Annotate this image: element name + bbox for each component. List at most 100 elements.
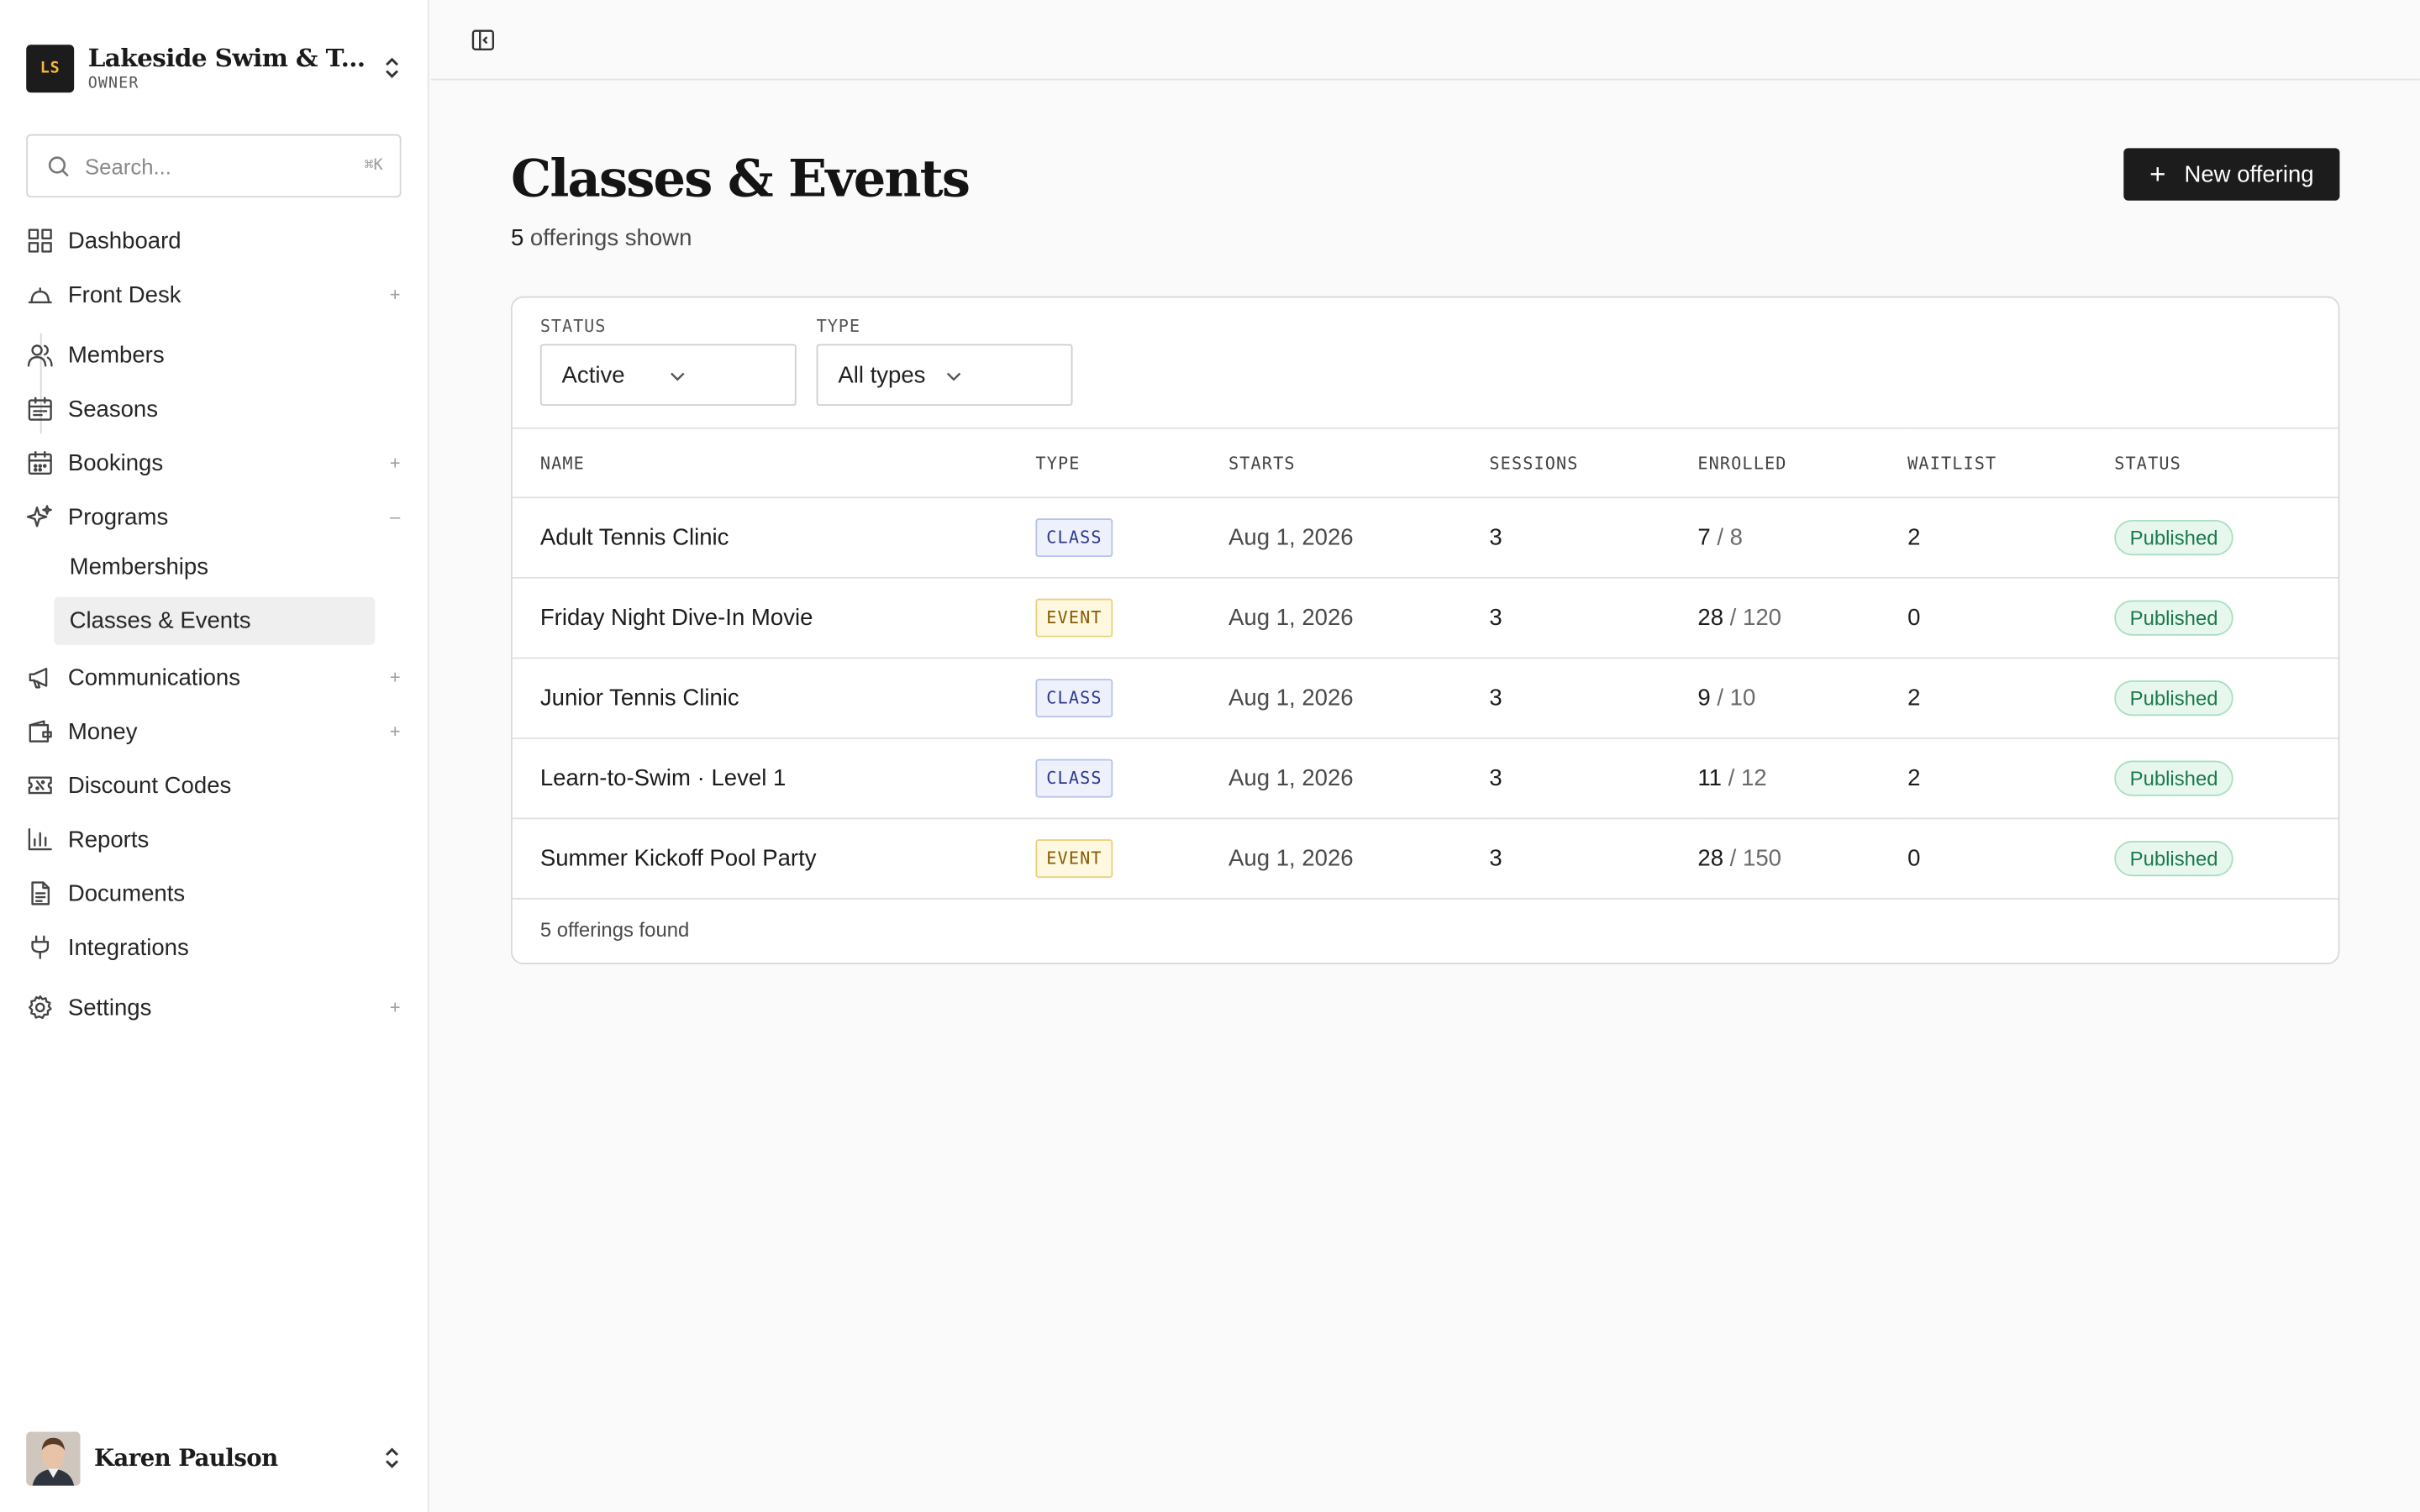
offering-name[interactable]: Junior Tennis Clinic	[513, 658, 1036, 738]
enrolled-value: 28	[1697, 604, 1724, 632]
column-header-waitlist[interactable]: WAITLIST	[1907, 428, 2114, 498]
column-header-status[interactable]: STATUS	[2114, 428, 2338, 498]
calendar-grid-icon	[26, 449, 54, 476]
sidebar-toggle-icon[interactable]	[471, 28, 495, 52]
chevrons-up-down-icon	[381, 54, 403, 81]
avatar	[26, 1431, 81, 1485]
type-select[interactable]: All types	[816, 344, 1073, 407]
offering-name[interactable]: Adult Tennis Clinic	[513, 497, 1036, 578]
users-icon	[26, 341, 54, 369]
offering-name[interactable]: Friday Night Dive-In Movie	[513, 578, 1036, 659]
status-select-value: Active	[561, 361, 625, 388]
start-date: Aug 1, 2026	[1228, 524, 1354, 551]
sidebar-item-classes-events[interactable]: Classes & Events	[54, 596, 376, 645]
sidebar-item-label: Integrations	[67, 934, 189, 961]
expand-toggle-icon[interactable]: +	[387, 284, 402, 306]
column-header-starts[interactable]: STARTS	[1228, 428, 1489, 498]
sidebar-item-programs[interactable]: Programs –	[26, 494, 402, 540]
offering-name[interactable]: Summer Kickoff Pool Party	[513, 818, 1036, 899]
capacity-value: / 150	[1729, 845, 1781, 872]
status-badge: Published	[2114, 600, 2233, 636]
user-menu[interactable]: Karen Paulson	[26, 1431, 402, 1486]
offerings-table: NAME TYPE STARTS SESSIONS ENROLLED WAITL…	[512, 428, 2338, 900]
table-row[interactable]: Adult Tennis Clinic CLASS Aug 1, 2026 3 7 / …	[512, 497, 2338, 578]
sidebar-item-label: Documents	[67, 879, 186, 907]
bell-icon	[26, 281, 54, 308]
new-offering-button[interactable]: + New offering	[2123, 148, 2340, 201]
sidebar-item-reports[interactable]: Reports	[26, 816, 402, 863]
search-box[interactable]: ⌘K	[26, 134, 402, 198]
page-subtitle: 5 offerings shown	[511, 225, 692, 251]
status-badge: Published	[2114, 519, 2233, 556]
status-select[interactable]: Active	[539, 344, 797, 407]
sidebar-item-money[interactable]: Money +	[26, 708, 402, 754]
sidebar-item-communications[interactable]: Communications +	[26, 654, 402, 701]
capacity-value: / 120	[1729, 604, 1781, 632]
expand-toggle-icon[interactable]: +	[387, 721, 402, 743]
column-header-enrolled[interactable]: ENROLLED	[1697, 428, 1907, 498]
sidebar-item-seasons[interactable]: Seasons	[26, 386, 402, 432]
user-name: Karen Paulson	[94, 1444, 278, 1473]
status-badge: Published	[2114, 841, 2233, 877]
enrolled-count: 28 / 120	[1697, 578, 1907, 659]
sidebar-item-dashboard[interactable]: Dashboard	[26, 218, 402, 264]
calendar-icon	[26, 395, 54, 423]
type-badge: CLASS	[1035, 518, 1113, 558]
table-row[interactable]: Friday Night Dive-In Movie EVENT Aug 1, 20…	[512, 578, 2338, 659]
expand-toggle-icon[interactable]: +	[387, 452, 402, 474]
enrolled-value: 7	[1697, 524, 1711, 551]
waitlist-count: 0	[1907, 604, 1921, 632]
sidebar-item-label: Classes & Events	[69, 607, 251, 634]
search-icon	[46, 154, 71, 178]
type-badge: CLASS	[1035, 679, 1113, 718]
expand-toggle-icon[interactable]: +	[387, 997, 402, 1019]
enrolled-value: 28	[1697, 845, 1724, 872]
column-header-name[interactable]: NAME	[513, 428, 1036, 498]
sidebar-item-documents[interactable]: Documents	[26, 870, 402, 916]
search-shortcut: ⌘K	[364, 157, 383, 175]
chevron-down-icon	[944, 365, 1051, 384]
org-name: Lakeside Swim & Ten...	[87, 43, 372, 73]
enrolled-value: 11	[1697, 765, 1722, 792]
column-header-sessions[interactable]: SESSIONS	[1489, 428, 1697, 498]
sparkles-icon	[26, 503, 54, 531]
table-row[interactable]: Summer Kickoff Pool Party EVENT Aug 1, 202…	[512, 818, 2338, 899]
start-date: Aug 1, 2026	[1228, 604, 1354, 632]
sessions-count: 3	[1489, 604, 1502, 632]
sidebar-item-members[interactable]: Members	[26, 332, 402, 378]
ticket-icon	[26, 771, 54, 799]
status-filter-label: STATUS	[539, 316, 607, 337]
sidebar-item-memberships[interactable]: Memberships	[54, 543, 375, 591]
plus-icon: +	[2149, 159, 2166, 190]
sidebar-item-label: Bookings	[67, 449, 164, 476]
table-row[interactable]: Learn-to-Swim · Level 1 CLASS Aug 1, 2026 3…	[512, 738, 2338, 819]
column-header-type[interactable]: TYPE	[1035, 428, 1228, 498]
org-logo: LS	[26, 44, 75, 92]
offering-name[interactable]: Learn-to-Swim · Level 1	[513, 738, 1036, 819]
org-role: OWNER	[87, 75, 139, 93]
sidebar-item-label: Programs	[67, 503, 169, 530]
expand-toggle-icon[interactable]: –	[387, 506, 402, 528]
expand-toggle-icon[interactable]: +	[387, 666, 402, 688]
table-row[interactable]: Junior Tennis Clinic CLASS Aug 1, 2026 3 9 /…	[512, 658, 2338, 738]
sidebar-item-discount-codes[interactable]: Discount Codes	[26, 762, 402, 808]
page-title: Classes & Events	[510, 148, 971, 208]
type-select-value: All types	[838, 361, 926, 388]
capacity-value: / 8	[1717, 524, 1744, 551]
search-input[interactable]	[85, 153, 365, 179]
org-switcher[interactable]: LS Lakeside Swim & Ten... OWNER	[26, 42, 402, 94]
sidebar-item-label: Discount Codes	[67, 772, 232, 799]
sidebar-item-front-desk[interactable]: Front Desk +	[26, 271, 402, 318]
sidebar-item-settings[interactable]: Settings +	[26, 984, 402, 1031]
chevron-down-icon	[668, 365, 775, 384]
sidebar-item-integrations[interactable]: Integrations	[26, 924, 402, 970]
sidebar-item-label: Front Desk	[67, 281, 182, 308]
type-filter-label: TYPE	[816, 316, 860, 337]
document-icon	[26, 879, 54, 907]
sessions-count: 3	[1489, 765, 1502, 792]
sidebar-item-label: Settings	[67, 994, 152, 1021]
sidebar-item-label: Dashboard	[67, 227, 182, 255]
enrolled-count: 11 / 12	[1697, 738, 1907, 819]
sidebar-item-bookings[interactable]: Bookings +	[26, 439, 402, 486]
enrolled-count: 28 / 150	[1697, 818, 1907, 899]
